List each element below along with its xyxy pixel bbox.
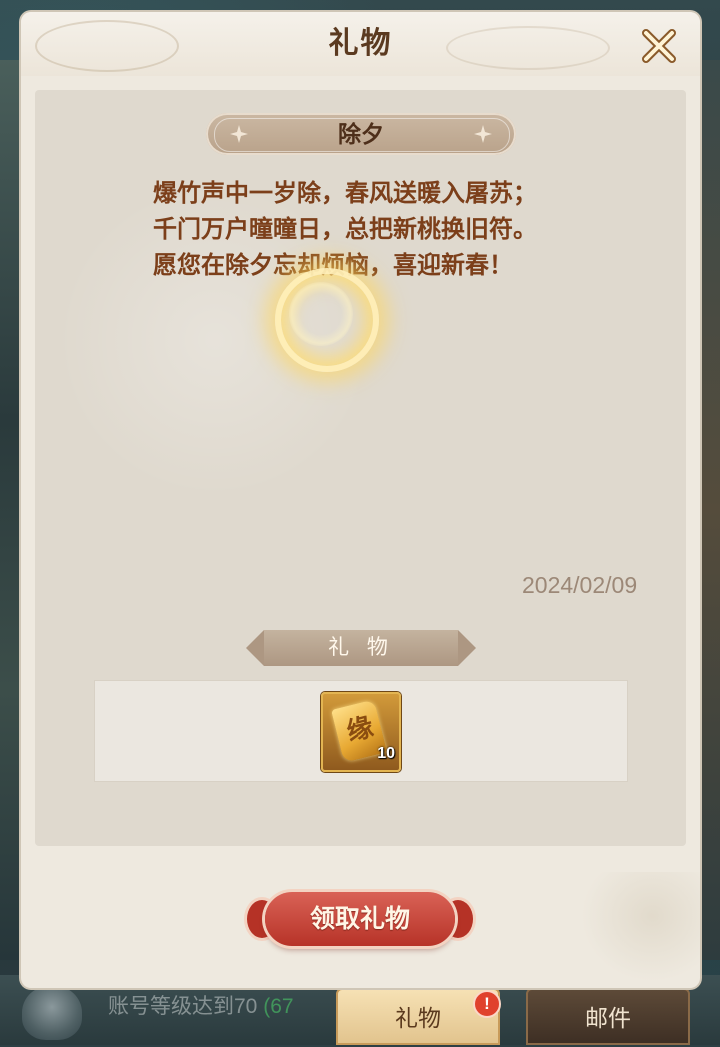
- dialog-header: 礼物: [21, 12, 700, 76]
- gift-dialog: 礼物 除夕 爆竹声中一岁除，春风送暖入屠苏； 千门万户曈曈日，总把新桃换旧符。 …: [21, 12, 700, 988]
- gift-section-banner: 礼 物: [246, 630, 476, 666]
- gift-section-label: 礼 物: [328, 636, 394, 659]
- cloud-decoration: [581, 872, 700, 982]
- message-heading-banner: 除夕: [206, 113, 516, 155]
- message-heading: 除夕: [338, 121, 384, 147]
- close-button[interactable]: [637, 24, 681, 68]
- notification-badge: !: [473, 990, 501, 1018]
- mascot-avatar: [22, 985, 82, 1040]
- quest-progress: (67: [263, 995, 294, 1018]
- close-icon: [642, 29, 676, 63]
- message-line: 千门万户曈曈日，总把新桃换旧符。: [153, 216, 537, 243]
- tab-mail-label: 邮件: [585, 1005, 631, 1031]
- message-line: 愿您在除夕忘却烦恼，喜迎新春！: [153, 252, 513, 279]
- quest-text: 账号等级达到70 (67: [108, 990, 294, 1020]
- message-body: 爆竹声中一岁除，春风送暖入屠苏； 千门万户曈曈日，总把新桃换旧符。 愿您在除夕忘…: [21, 176, 700, 284]
- quest-label: 账号等级达到70: [108, 995, 258, 1018]
- background-edge-left: [0, 60, 22, 960]
- message-date: 2024/02/09: [522, 572, 638, 598]
- tab-mail[interactable]: 邮件: [526, 988, 690, 1045]
- message-line: 爆竹声中一岁除，春风送暖入屠苏；: [153, 180, 537, 207]
- tap-indicator-glow: [289, 282, 353, 346]
- tab-gift-label: 礼物: [395, 1005, 441, 1031]
- claim-gift-button-label[interactable]: 领取礼物: [265, 892, 455, 946]
- dialog-title: 礼物: [328, 27, 393, 60]
- gift-item-count: 10: [377, 745, 395, 762]
- background-edge-right: [698, 60, 720, 960]
